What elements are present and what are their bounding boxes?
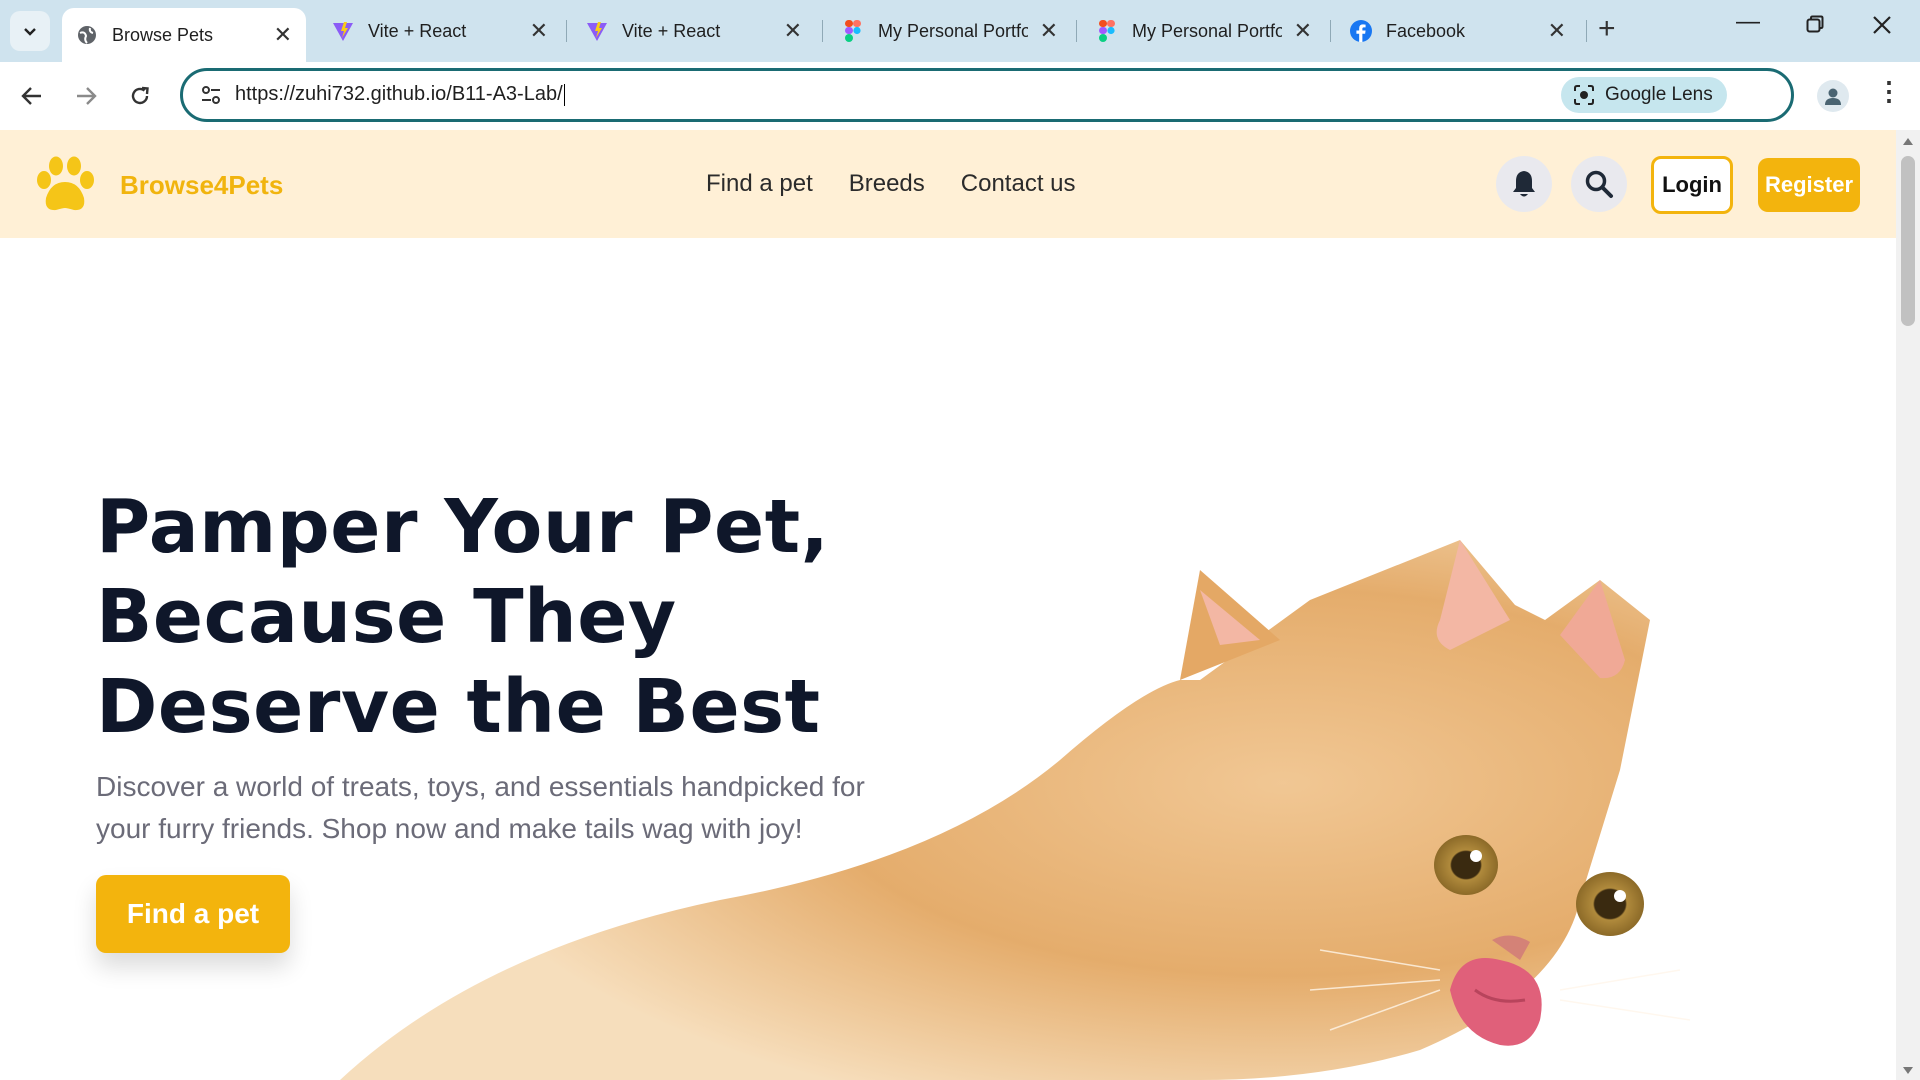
tab-search-button[interactable]	[10, 11, 50, 51]
camera-lens-icon	[1574, 85, 1594, 105]
forward-button[interactable]	[70, 80, 102, 112]
url-text[interactable]: https://zuhi732.github.io/B11-A3-Lab/	[235, 83, 565, 106]
minimize-button[interactable]: —	[1736, 8, 1760, 36]
tab-title: Vite + React	[368, 20, 467, 41]
url-value: https://zuhi732.github.io/B11-A3-Lab/	[235, 83, 563, 105]
close-window-button[interactable]	[1872, 14, 1892, 42]
browser-menu-icon[interactable]: ⋮	[1876, 76, 1902, 107]
restore-button[interactable]	[1806, 12, 1824, 40]
address-bar[interactable]: https://zuhi732.github.io/B11-A3-Lab/ Go…	[180, 68, 1794, 122]
vite-icon	[586, 20, 608, 42]
paw-logo-icon[interactable]	[34, 156, 98, 214]
nav-breeds[interactable]: Breeds	[849, 170, 925, 198]
scroll-up-arrow-icon[interactable]	[1903, 138, 1913, 145]
tab-title: Facebook	[1386, 20, 1466, 41]
tab-vite-react-1[interactable]: Vite + React ✕	[318, 8, 562, 54]
register-button[interactable]: Register	[1758, 158, 1860, 212]
vite-icon	[332, 20, 354, 42]
hero-title-line-1: Pamper Your Pet,	[96, 484, 830, 570]
main-nav: Find a pet Breeds Contact us	[706, 170, 1076, 198]
hero-title-line-3: Deserve the Best	[96, 664, 821, 750]
page-scrollbar[interactable]	[1896, 130, 1920, 1080]
search-button[interactable]	[1571, 156, 1627, 212]
web-page: Browse4Pets Find a pet Breeds Contact us…	[0, 130, 1896, 1080]
tab-browse-pets[interactable]: Browse Pets ✕	[62, 8, 306, 62]
new-tab-button[interactable]: +	[1598, 14, 1616, 44]
figma-icon	[1096, 20, 1118, 42]
nav-contact-us[interactable]: Contact us	[961, 170, 1076, 198]
figma-icon	[842, 20, 864, 42]
tab-portfolio-1[interactable]: My Personal Portfo ✕	[828, 8, 1072, 54]
close-icon[interactable]: ✕	[784, 18, 802, 44]
close-icon[interactable]: ✕	[1548, 18, 1566, 44]
tab-facebook[interactable]: Facebook ✕	[1336, 8, 1580, 54]
google-lens-label: Google Lens	[1605, 84, 1713, 105]
find-a-pet-button[interactable]: Find a pet	[96, 875, 290, 953]
hero-description: Discover a world of treats, toys, and es…	[96, 771, 865, 844]
close-icon[interactable]: ✕	[530, 18, 548, 44]
reload-button[interactable]	[124, 80, 156, 112]
nav-find-a-pet[interactable]: Find a pet	[706, 170, 813, 198]
brand-name[interactable]: Browse4Pets	[120, 170, 283, 201]
reload-icon	[131, 86, 149, 105]
close-icon[interactable]: ✕	[1040, 18, 1058, 44]
profile-avatar[interactable]	[1817, 80, 1849, 112]
hero-title-line-2: Because They	[96, 574, 677, 660]
arrow-left-icon	[21, 87, 41, 105]
tab-separator	[1076, 20, 1077, 42]
search-icon	[1585, 170, 1613, 198]
bell-icon	[1513, 171, 1535, 197]
tab-title: My Personal Portfo	[878, 20, 1028, 41]
tab-separator	[822, 20, 823, 42]
tab-separator	[566, 20, 567, 42]
tab-separator	[1330, 20, 1331, 42]
facebook-icon	[1350, 20, 1372, 42]
tab-strip: Browse Pets ✕ Vite + React ✕ Vite + Reac…	[0, 0, 1920, 62]
scroll-thumb[interactable]	[1901, 156, 1915, 326]
site-header: Browse4Pets Find a pet Breeds Contact us…	[0, 130, 1896, 238]
close-icon[interactable]: ✕	[1294, 18, 1312, 44]
tab-separator	[1586, 20, 1587, 42]
back-button[interactable]	[16, 80, 48, 112]
browser-chrome: Browse Pets ✕ Vite + React ✕ Vite + Reac…	[0, 0, 1920, 130]
tab-title: Vite + React	[622, 20, 721, 41]
text-caret	[563, 83, 565, 106]
chevron-down-icon	[24, 28, 36, 36]
notifications-button[interactable]	[1496, 156, 1552, 212]
login-button[interactable]: Login	[1651, 156, 1733, 214]
site-settings-icon[interactable]	[199, 83, 223, 107]
arrow-right-icon	[77, 87, 97, 105]
scroll-down-arrow-icon[interactable]	[1903, 1067, 1913, 1074]
tab-vite-react-2[interactable]: Vite + React ✕	[572, 8, 816, 54]
tab-title: Browse Pets	[112, 24, 214, 45]
close-icon[interactable]: ✕	[274, 22, 292, 48]
hero-title: Pamper Your Pet, Because They Deserve th…	[96, 482, 856, 752]
person-icon	[1825, 88, 1841, 105]
browser-toolbar: https://zuhi732.github.io/B11-A3-Lab/ Go…	[0, 62, 1920, 130]
close-icon	[1873, 16, 1891, 34]
tab-title: My Personal Portfo	[1132, 20, 1282, 41]
google-lens-button[interactable]: Google Lens	[1561, 77, 1727, 113]
restore-icon	[1806, 15, 1824, 33]
tab-portfolio-2[interactable]: My Personal Portfo ✕	[1082, 8, 1326, 54]
globe-icon	[76, 24, 98, 46]
